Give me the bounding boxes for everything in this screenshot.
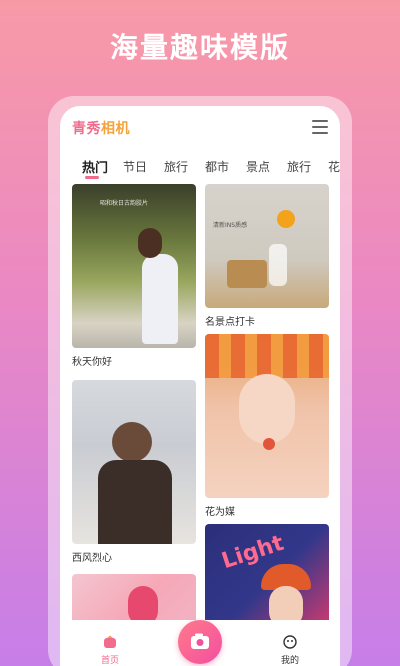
logo-text-primary: 青秀 — [72, 121, 101, 137]
template-image — [72, 380, 196, 544]
tab-festival[interactable]: 节日 — [123, 158, 147, 175]
app-screen: 青秀相机 热门 节日 旅行 都市 景点 旅行 花 昭和秋日古韵胶片 秋天你好 西… — [60, 106, 340, 666]
app-logo: 青秀相机 — [72, 118, 130, 138]
template-caption: 西风烈心 — [72, 553, 112, 564]
category-tabs: 热门 节日 旅行 都市 景点 旅行 花 — [60, 154, 340, 184]
nav-home-label: 首页 — [100, 656, 119, 666]
flower-shape — [277, 210, 295, 228]
tab-travel[interactable]: 旅行 — [164, 158, 188, 175]
tab-scenic[interactable]: 景点 — [246, 158, 270, 175]
home-icon — [104, 635, 116, 648]
hair-shape — [138, 228, 162, 258]
flower-crown-shape — [205, 334, 329, 378]
template-image — [205, 334, 329, 498]
template-card[interactable]: 花为媒 — [205, 334, 329, 518]
template-image: 清新INS质感 — [205, 184, 329, 308]
vase-shape — [269, 244, 287, 286]
promo-banner-title: 海量趣味模版 — [109, 31, 290, 64]
template-image-overlay: 清新INS质感 — [213, 222, 248, 229]
template-caption: 名景点打卡 — [205, 317, 255, 328]
profile-icon — [283, 635, 297, 649]
camera-button[interactable] — [178, 620, 222, 664]
active-tab-indicator — [85, 176, 99, 179]
menu-icon[interactable] — [312, 120, 328, 134]
template-caption: 花为媒 — [205, 507, 235, 518]
tab-flower[interactable]: 花 — [328, 158, 340, 175]
template-image: 昭和秋日古韵胶片 — [72, 184, 196, 348]
flower-shape — [263, 438, 275, 450]
camera-icon — [191, 633, 209, 649]
template-card[interactable]: 西风烈心 — [72, 380, 196, 564]
nav-home[interactable]: 首页 — [90, 634, 130, 666]
logo-text-secondary: 相机 — [101, 121, 130, 137]
template-card[interactable]: 清新INS质感 名景点打卡 — [205, 184, 329, 328]
face-shape — [239, 374, 295, 444]
app-header: 青秀相机 — [60, 106, 340, 146]
template-card[interactable]: 昭和秋日古韵胶片 秋天你好 — [72, 184, 196, 368]
figure-shape — [142, 254, 178, 344]
template-image-overlay: 昭和秋日古韵胶片 — [100, 200, 149, 207]
nav-me[interactable]: 我的 — [270, 634, 310, 666]
tab-city[interactable]: 都市 — [205, 158, 229, 175]
hair-shape — [112, 422, 152, 462]
basket-shape — [227, 260, 267, 288]
tab-travel-2[interactable]: 旅行 — [287, 158, 311, 175]
template-feed: 昭和秋日古韵胶片 秋天你好 西风烈心 清新INS质感 名景点打卡 花为媒 Lig… — [60, 184, 340, 644]
nav-me-label: 我的 — [280, 656, 299, 666]
tab-hot[interactable]: 热门 — [82, 157, 108, 176]
figure-shape — [98, 460, 172, 544]
template-caption: 秋天你好 — [72, 357, 112, 368]
